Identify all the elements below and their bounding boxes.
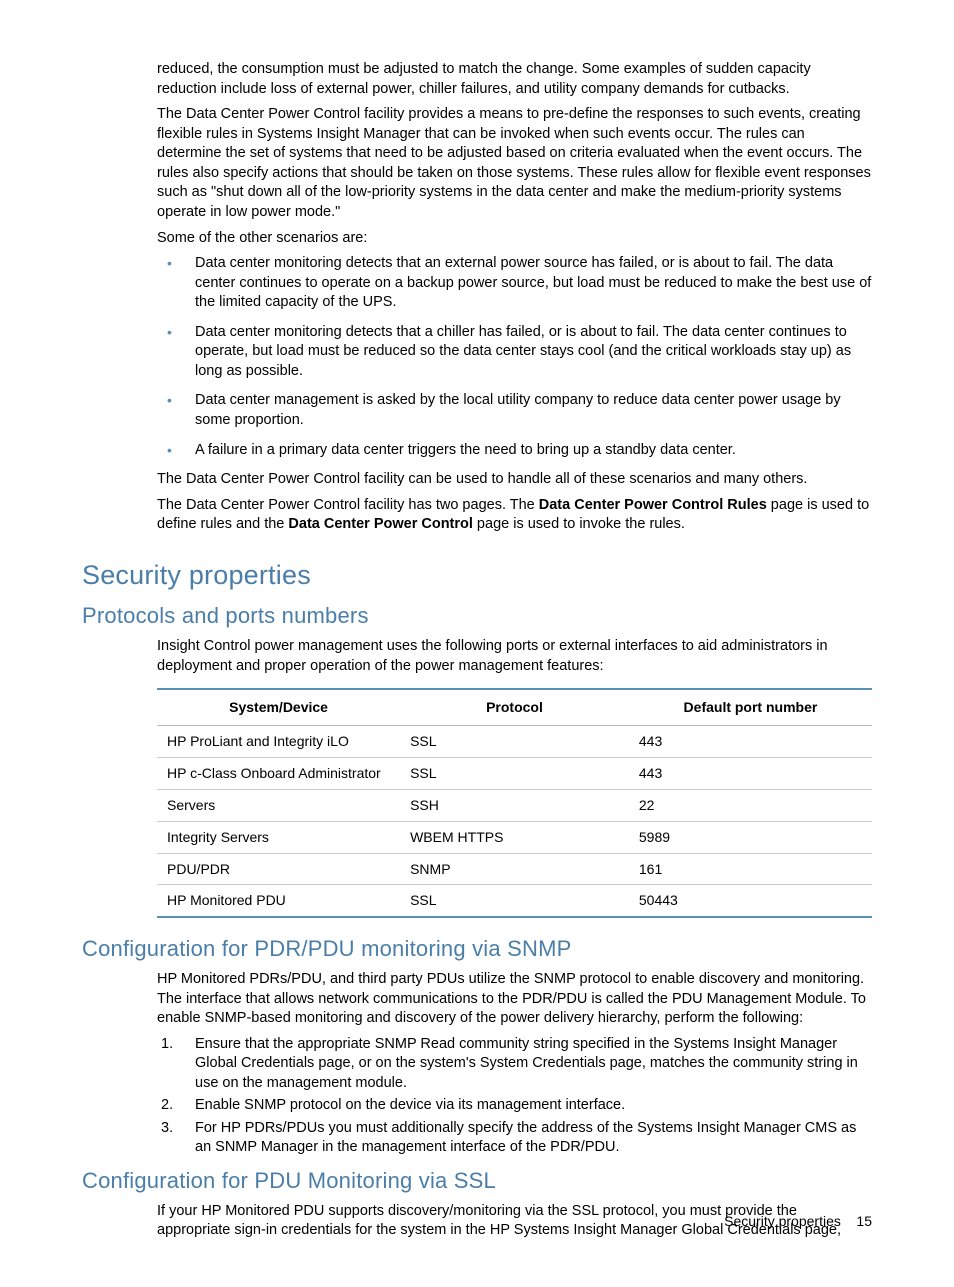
text-run: The Data Center Power Control facility h… — [157, 497, 539, 513]
table-cell: 5989 — [629, 821, 872, 853]
table-header: System/Device — [157, 689, 400, 725]
intro-block: reduced, the consumption must be adjuste… — [157, 60, 872, 535]
table-cell: HP Monitored PDU — [157, 885, 400, 917]
table-row: HP ProLiant and Integrity iLOSSL443 — [157, 725, 872, 757]
heading-ssl-config: Configuration for PDU Monitoring via SSL — [82, 1166, 872, 1196]
table-cell: SSL — [400, 885, 629, 917]
bold-text: Data Center Power Control Rules — [539, 497, 767, 513]
table-cell: 443 — [629, 725, 872, 757]
table-cell: SSL — [400, 757, 629, 789]
table-header: Default port number — [629, 689, 872, 725]
table-cell: Servers — [157, 789, 400, 821]
list-item: For HP PDRs/PDUs you must additionally s… — [157, 1119, 872, 1158]
list-item: Ensure that the appropriate SNMP Read co… — [157, 1035, 872, 1094]
table-cell: 443 — [629, 757, 872, 789]
heading-security-properties: Security properties — [82, 557, 872, 593]
table-cell: 161 — [629, 853, 872, 885]
table-cell: SSH — [400, 789, 629, 821]
list-item: Enable SNMP protocol on the device via i… — [157, 1096, 872, 1116]
footer-label: Security properties — [724, 1213, 841, 1229]
paragraph: reduced, the consumption must be adjuste… — [157, 60, 872, 99]
table-row: HP c-Class Onboard AdministratorSSL443 — [157, 757, 872, 789]
list-item: Data center management is asked by the l… — [157, 391, 872, 430]
table-cell: HP ProLiant and Integrity iLO — [157, 725, 400, 757]
table-row: Integrity ServersWBEM HTTPS5989 — [157, 821, 872, 853]
table-cell: WBEM HTTPS — [400, 821, 629, 853]
paragraph: The Data Center Power Control facility p… — [157, 105, 872, 222]
list-item: Data center monitoring detects that a ch… — [157, 323, 872, 382]
table-row: ServersSSH22 — [157, 789, 872, 821]
ports-table: System/Device Protocol Default port numb… — [157, 688, 872, 918]
paragraph: The Data Center Power Control facility c… — [157, 470, 872, 490]
table-row: HP Monitored PDUSSL50443 — [157, 885, 872, 917]
paragraph: HP Monitored PDRs/PDU, and third party P… — [157, 970, 872, 1029]
document-page: reduced, the consumption must be adjuste… — [0, 0, 954, 1287]
page-number: 15 — [856, 1213, 872, 1229]
table-cell: Integrity Servers — [157, 821, 400, 853]
scenario-list: Data center monitoring detects that an e… — [157, 254, 872, 460]
list-item: Data center monitoring detects that an e… — [157, 254, 872, 313]
table-cell: 22 — [629, 789, 872, 821]
heading-protocols-ports: Protocols and ports numbers — [82, 601, 872, 631]
table-row: PDU/PDRSNMP161 — [157, 853, 872, 885]
table-cell: SNMP — [400, 853, 629, 885]
table-header-row: System/Device Protocol Default port numb… — [157, 689, 872, 725]
text-run: page is used to invoke the rules. — [473, 516, 685, 532]
table-cell: SSL — [400, 725, 629, 757]
snmp-steps: Ensure that the appropriate SNMP Read co… — [157, 1035, 872, 1158]
list-item: A failure in a primary data center trigg… — [157, 441, 872, 461]
table-cell: HP c-Class Onboard Administrator — [157, 757, 400, 789]
bold-text: Data Center Power Control — [288, 516, 473, 532]
paragraph: The Data Center Power Control facility h… — [157, 496, 872, 535]
table-cell: 50443 — [629, 885, 872, 917]
heading-snmp-config: Configuration for PDR/PDU monitoring via… — [82, 934, 872, 964]
page-footer: Security properties 15 — [724, 1212, 872, 1231]
snmp-block: HP Monitored PDRs/PDU, and third party P… — [157, 970, 872, 1158]
paragraph: Some of the other scenarios are: — [157, 229, 872, 249]
table-cell: PDU/PDR — [157, 853, 400, 885]
protocols-block: Insight Control power management uses th… — [157, 637, 872, 918]
paragraph: Insight Control power management uses th… — [157, 637, 872, 676]
table-header: Protocol — [400, 689, 629, 725]
